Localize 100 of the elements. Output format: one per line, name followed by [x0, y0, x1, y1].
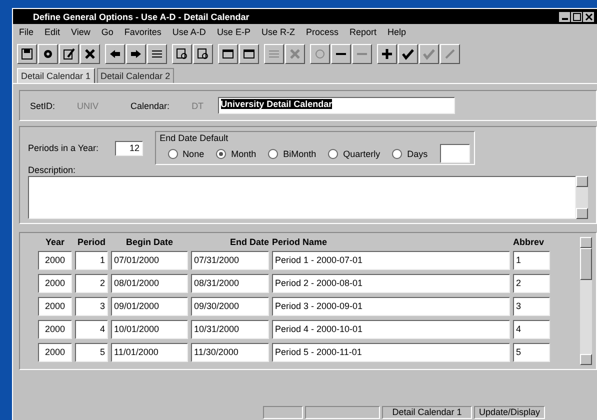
plus-icon [380, 47, 394, 61]
calendar-code: DT [192, 100, 204, 110]
toolbar-button[interactable] [331, 44, 351, 64]
radio-option[interactable]: Quarterly [328, 148, 380, 158]
table-cell-field[interactable]: 09/30/2000 [191, 297, 269, 316]
toolbar-button[interactable] [193, 44, 213, 64]
description-label: Description: [28, 165, 77, 175]
table-cell-field[interactable]: 10/01/2000 [111, 320, 188, 339]
toolbar-button[interactable] [126, 44, 146, 64]
tab[interactable]: Detail Calendar 2 [96, 68, 174, 83]
table-cell-field[interactable]: 07/31/2000 [191, 251, 269, 270]
minimize-button[interactable] [559, 12, 570, 22]
table-cell-field[interactable]: Period 1 - 2000-07-01 [272, 251, 510, 270]
radio-option[interactable]: Month [216, 148, 256, 158]
menu-item[interactable]: Use R-Z [261, 27, 295, 39]
table-cell-field[interactable]: 4 [513, 320, 550, 339]
table-cell-field[interactable]: Period 3 - 2000-09-01 [272, 297, 510, 316]
column-header: Period [76, 237, 106, 247]
table-cell-field[interactable]: 1 [513, 251, 550, 270]
days-field[interactable] [440, 144, 470, 163]
menu-item[interactable]: Use A-D [172, 27, 206, 39]
column-header: Period Name [272, 237, 328, 247]
menu-item[interactable]: Process [306, 27, 338, 39]
table-cell-field[interactable]: 2 [75, 274, 108, 293]
table-cell-field[interactable]: 2000 [38, 251, 72, 270]
table-cell-field[interactable]: 2 [513, 274, 550, 293]
table-cell-field[interactable]: 1 [75, 251, 108, 270]
menu-item[interactable]: Report [349, 27, 376, 39]
window-icon [242, 47, 256, 61]
calendar-description-field[interactable]: University Detail Calendar [218, 97, 455, 114]
window-icon [221, 47, 235, 61]
menu-item[interactable]: Favorites [124, 27, 162, 39]
menu-item[interactable]: File [19, 27, 34, 39]
check-icon [422, 47, 436, 61]
table-cell-field[interactable]: 4 [75, 320, 108, 339]
close-icon [83, 47, 97, 61]
table-cell-field[interactable]: 10/31/2000 [191, 320, 269, 339]
menu-item[interactable]: Go [101, 27, 114, 39]
description-field[interactable] [28, 176, 576, 219]
scrollbar[interactable] [580, 237, 592, 365]
toolbar-button[interactable] [172, 44, 192, 64]
table-cell-field[interactable]: 2000 [38, 297, 72, 316]
toolbar-button[interactable] [105, 44, 125, 64]
table-cell-field[interactable]: 5 [513, 343, 550, 362]
toolbar-button[interactable] [147, 44, 167, 64]
menu-item[interactable]: Edit [44, 27, 60, 39]
table-cell-field[interactable]: 08/01/2000 [111, 274, 188, 293]
toolbar-button[interactable] [17, 44, 37, 64]
toolbar-button[interactable] [80, 44, 100, 64]
status-panel [263, 406, 303, 419]
toolbar-button[interactable] [398, 44, 418, 64]
maximize-button[interactable] [571, 12, 582, 22]
menu-item[interactable]: Help [387, 27, 406, 39]
table-cell-field[interactable]: Period 5 - 2000-11-01 [272, 343, 510, 362]
table-cell-field[interactable]: 11/30/2000 [191, 343, 269, 362]
menu-item[interactable]: View [71, 27, 90, 39]
table-cell-field[interactable]: 2000 [38, 274, 72, 293]
column-header: Year [44, 237, 66, 247]
table-cell-field[interactable]: 2000 [38, 320, 72, 339]
periods-field[interactable]: 12 [114, 140, 143, 156]
table-cell-field[interactable]: 07/01/2000 [111, 251, 188, 270]
table-cell-field[interactable]: Period 4 - 2000-10-01 [272, 320, 510, 339]
setid-value: UNIV [77, 100, 99, 110]
right-arrow-icon [129, 47, 143, 61]
column-header: Abbrev [513, 237, 546, 247]
radio-option[interactable]: None [168, 148, 204, 158]
table-cell-field[interactable]: Period 2 - 2000-08-01 [272, 274, 510, 293]
table-cell-field[interactable]: 3 [513, 297, 550, 316]
radio-option[interactable]: Days [392, 148, 428, 158]
close-icon [584, 12, 592, 20]
close-icon [288, 47, 302, 61]
column-header: Begin Date [124, 237, 174, 247]
pen-icon [443, 47, 457, 61]
table-cell-field[interactable]: 08/31/2000 [191, 274, 269, 293]
column-header: End Date [228, 237, 269, 247]
table-cell-field[interactable]: 5 [75, 343, 108, 362]
menu-item[interactable]: Use E-P [216, 27, 250, 39]
close-button[interactable] [583, 12, 594, 22]
status-text: Update/Display [474, 406, 546, 419]
edit-icon [62, 47, 76, 61]
table-cell-field[interactable]: 3 [75, 297, 108, 316]
table-cell-field[interactable]: 2000 [38, 343, 72, 362]
toolbar-button[interactable] [239, 44, 259, 64]
calendar-label: Calendar: [130, 100, 170, 110]
toolbar-button[interactable] [38, 44, 58, 64]
table-cell-field[interactable]: 11/01/2000 [111, 343, 188, 362]
end-date-label: End Date Default [160, 133, 230, 143]
periods-label: Periods in a Year: [28, 143, 99, 153]
scrollbar[interactable] [576, 176, 588, 219]
tab[interactable]: Detail Calendar 1 [17, 68, 95, 83]
toolbar-button[interactable] [59, 44, 79, 64]
table-cell-field[interactable]: 09/01/2000 [111, 297, 188, 316]
radio-option[interactable]: BiMonth [268, 148, 316, 158]
toolbar-button[interactable] [377, 44, 397, 64]
maximize-icon [572, 12, 580, 20]
circle-icon [313, 47, 327, 61]
left-arrow-icon [108, 47, 122, 61]
window-title: Define General Options - Use A-D - Detail Calendar [33, 12, 250, 22]
minimize-icon [562, 18, 568, 20]
toolbar-button[interactable] [218, 44, 238, 64]
